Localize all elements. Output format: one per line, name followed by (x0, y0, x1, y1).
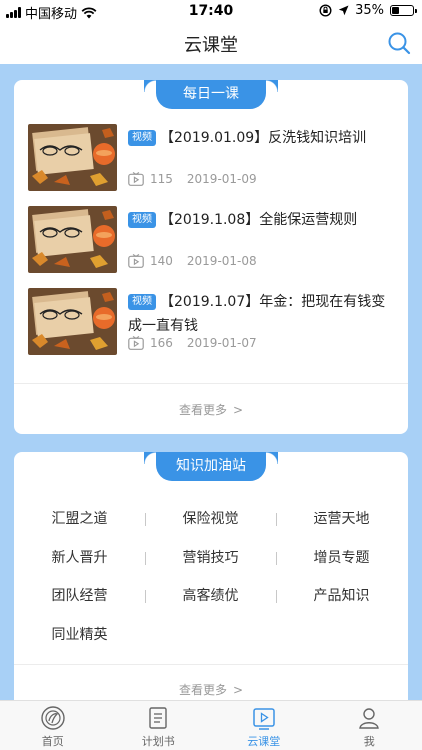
battery-level (392, 7, 399, 14)
tab-cloud-class[interactable]: 云课堂 (211, 703, 317, 749)
daily-lesson-more-link[interactable]: 查看更多 > (14, 401, 408, 418)
video-icon (253, 708, 275, 730)
topic-row: 汇盟之道 保险视觉 运营天地 (14, 500, 408, 539)
user-icon (359, 708, 380, 729)
play-count-icon (128, 254, 144, 268)
course-item[interactable]: 视频 【2019.01.09】反洗钱知识培训 115 2019-01-09 (28, 124, 398, 206)
course-title: 视频 【2019.1.07】年金：把现在有钱变成一直有钱 (128, 290, 398, 338)
tab-home[interactable]: 首页 (0, 703, 106, 749)
course-text: 视频 【2019.1.07】年金：把现在有钱变成一直有钱 (128, 290, 398, 338)
search-icon[interactable] (386, 30, 412, 56)
status-right: 35% (319, 3, 417, 18)
course-title: 视频 【2019.01.09】反洗钱知识培训 (128, 126, 398, 150)
knowledge-tab: 知识加油站 (156, 452, 278, 481)
course-thumbnail (28, 206, 117, 273)
video-badge: 视频 (128, 212, 156, 228)
battery-percent: 35% (355, 3, 384, 18)
topic-item[interactable]: 产品知识 (276, 577, 407, 615)
video-badge: 视频 (128, 130, 156, 146)
location-arrow-icon (338, 5, 349, 16)
publish-date: 2019-01-09 (186, 172, 257, 186)
topic-grid: 汇盟之道 保险视觉 运营天地 新人晋升 营销技巧 增员专题 团队经营 高客绩优 (14, 500, 408, 654)
daily-lesson-tab: 每日一课 (156, 80, 278, 109)
topic-item[interactable]: 团队经营 (14, 577, 145, 615)
daily-lesson-card: 每日一课 视频 【2019.01.09】反洗钱知识培训 115 2019-01-… (14, 80, 408, 434)
course-item[interactable]: 视频 【2019.1.07】年金：把现在有钱变成一直有钱 166 2019-01-… (28, 288, 398, 370)
tab-me[interactable]: 我 (317, 703, 422, 749)
course-item[interactable]: 视频 【2019.1.08】全能保运营规则 140 2019-01-08 (28, 206, 398, 288)
course-title-text: 【2019.01.09】反洗钱知识培训 (160, 130, 367, 146)
course-thumbnail (28, 288, 117, 355)
topic-item[interactable]: 高客绩优 (145, 577, 276, 615)
course-title: 视频 【2019.1.08】全能保运营规则 (128, 208, 398, 232)
card-divider (14, 383, 408, 384)
publish-date: 2019-01-08 (186, 254, 257, 268)
view-count: 115 (150, 172, 173, 186)
publish-date: 2019-01-07 (186, 336, 257, 350)
view-count: 140 (150, 254, 173, 268)
chevron-right-icon: > (232, 403, 244, 417)
course-text: 视频 【2019.1.08】全能保运营规则 (128, 208, 398, 232)
course-text: 视频 【2019.01.09】反洗钱知识培训 (128, 126, 398, 150)
topic-row: 新人晋升 营销技巧 增员专题 (14, 539, 408, 578)
play-count-icon (128, 336, 144, 350)
course-title-text: 【2019.1.07】年金：把现在有钱变成一直有钱 (128, 294, 386, 334)
course-meta: 115 2019-01-09 (128, 172, 257, 186)
video-badge: 视频 (128, 294, 156, 310)
tab-label: 我 (363, 735, 375, 748)
topic-item[interactable]: 运营天地 (276, 500, 407, 538)
tab-label: 云课堂 (247, 735, 281, 748)
topic-item[interactable]: 营销技巧 (145, 539, 276, 577)
topic-item[interactable]: 保险视觉 (145, 500, 276, 538)
card-divider (14, 664, 408, 665)
course-list: 视频 【2019.01.09】反洗钱知识培训 115 2019-01-09 视频… (28, 124, 398, 370)
knowledge-more-link[interactable]: 查看更多 > (14, 681, 408, 698)
play-count-icon (128, 172, 144, 186)
chevron-right-icon: > (232, 683, 244, 697)
more-label: 查看更多 (178, 683, 227, 697)
home-icon (41, 706, 65, 730)
topic-item[interactable]: 新人晋升 (14, 539, 145, 577)
content-area: 每日一课 视频 【2019.01.09】反洗钱知识培训 115 2019-01-… (0, 64, 422, 700)
tab-label: 计划书 (141, 735, 175, 748)
document-icon (149, 707, 167, 729)
view-count: 166 (150, 336, 173, 350)
topic-item[interactable]: 汇盟之道 (14, 500, 145, 538)
tab-bar: 首页 计划书 云课堂 我 (0, 700, 422, 750)
topic-row: 同业精英 (14, 616, 408, 655)
topic-row: 团队经营 高客绩优 产品知识 (14, 577, 408, 616)
rotation-lock-icon (319, 4, 332, 17)
course-title-text: 【2019.1.08】全能保运营规则 (160, 212, 358, 228)
battery-icon (390, 5, 417, 16)
more-label: 查看更多 (178, 403, 227, 417)
page-title: 云课堂 (184, 35, 238, 56)
topic-item[interactable]: 同业精英 (14, 616, 145, 654)
knowledge-card: 知识加油站 汇盟之道 保险视觉 运营天地 新人晋升 营销技巧 增员专题 团队经营… (14, 452, 408, 700)
course-thumbnail (28, 124, 117, 191)
nav-bar: 云课堂 (0, 22, 422, 64)
topic-item[interactable]: 增员专题 (276, 539, 407, 577)
course-meta: 140 2019-01-08 (128, 254, 257, 268)
app-screen: 中国移动 17:40 35% 云课堂 每日一课 视频 【2019.01.09】反… (0, 0, 422, 750)
course-meta: 166 2019-01-07 (128, 336, 257, 350)
tab-label: 首页 (41, 735, 64, 748)
tab-plan[interactable]: 计划书 (106, 703, 212, 749)
status-bar: 中国移动 17:40 35% (0, 0, 422, 22)
